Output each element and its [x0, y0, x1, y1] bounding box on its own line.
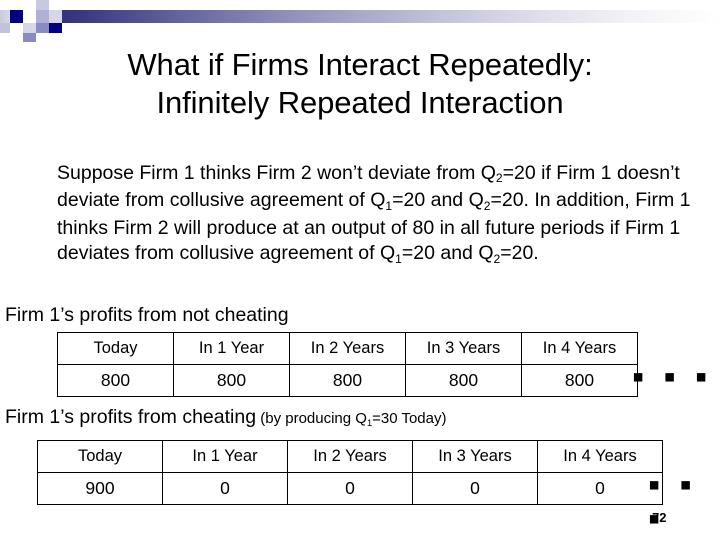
table-value-cell: 0 [537, 472, 663, 505]
subscript: 1 [385, 198, 393, 213]
table-value-cell: 800 [57, 364, 174, 397]
table-not-cheating: Today In 1 Year In 2 Years In 3 Years In… [57, 332, 638, 397]
page-title-line-2: Infinitely Repeated Interaction [156, 85, 564, 120]
deco-square-8 [49, 23, 62, 33]
ellipsis-cheating: ▪ ▪ ▪ [648, 466, 697, 538]
table-header-cell: In 1 Year [162, 440, 288, 473]
table-value-cell: 800 [173, 364, 290, 397]
heading-not-cheating-text: Firm 1’s profits from not cheating [5, 304, 289, 326]
subscript: 2 [493, 251, 501, 266]
deco-square-3 [36, 0, 49, 10]
table-value-cell: 900 [37, 472, 163, 505]
page-title-line-1: What if Firms Interact Repeatedly: [127, 47, 593, 82]
subscript: 1 [395, 251, 402, 266]
deco-square-10 [36, 33, 49, 42]
deco-square-1 [10, 10, 23, 23]
deco-square-6 [23, 23, 36, 33]
deco-square-9 [23, 33, 36, 42]
heading-cheating-note: (by producing Q1=30 Today) [256, 410, 447, 428]
table-header-cell: Today [37, 440, 163, 473]
body-paragraph: Suppose Firm 1 thinks Firm 2 won’t devia… [57, 161, 691, 266]
table-value-cell: 800 [405, 364, 522, 397]
table-header-cell: In 4 Years [521, 332, 638, 365]
table-header-cell: In 3 Years [412, 440, 538, 473]
table-value-cell: 800 [289, 364, 406, 397]
table-row-values: 800 800 800 800 800 [57, 364, 638, 397]
table-header-cell: Today [57, 332, 174, 365]
table-value-cell: 0 [412, 472, 538, 505]
subscript: 2 [495, 171, 503, 186]
table-header-cell: In 4 Years [537, 440, 663, 473]
header-gradient-band [46, 10, 720, 23]
table-value-cell: 800 [521, 364, 638, 397]
ellipsis-not-cheating: ▪ ▪ ▪ [632, 358, 713, 396]
deco-square-7 [36, 23, 49, 33]
table-header-cell: In 1 Year [173, 332, 290, 365]
subscript: 2 [483, 198, 491, 213]
table-header-cell: In 2 Years [287, 440, 413, 473]
table-row-values: 900 0 0 0 0 [37, 472, 663, 505]
table-row-headers: Today In 1 Year In 2 Years In 3 Years In… [57, 332, 638, 365]
table-header-cell: In 3 Years [405, 332, 522, 365]
deco-square-11 [49, 10, 62, 23]
page-number: 72 [652, 510, 667, 525]
table-cheating: Today In 1 Year In 2 Years In 3 Years In… [37, 440, 663, 505]
table-value-cell: 0 [287, 472, 413, 505]
heading-not-cheating: Firm 1’s profits from not cheating [5, 303, 289, 327]
table-value-cell: 0 [162, 472, 288, 505]
deco-square-2 [23, 0, 36, 10]
deco-square-12 [0, 23, 10, 33]
subscript: 1 [366, 417, 373, 428]
deco-square-5 [36, 10, 49, 23]
table-header-cell: In 2 Years [289, 332, 406, 365]
page-title: What if Firms Interact Repeatedly: Infin… [24, 46, 696, 122]
table-row-headers: Today In 1 Year In 2 Years In 3 Years In… [37, 440, 663, 473]
heading-cheating: Firm 1’s profits from cheating (by produ… [5, 405, 447, 432]
heading-cheating-text: Firm 1’s profits from cheating [5, 406, 257, 428]
deco-square-4 [23, 10, 36, 23]
header-decoration [0, 0, 720, 42]
